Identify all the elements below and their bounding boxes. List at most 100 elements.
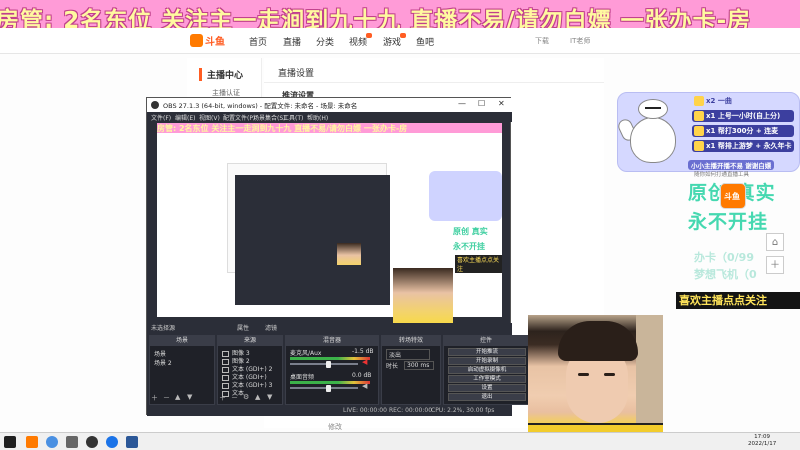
- mute-icon[interactable]: ◀: [362, 358, 367, 366]
- browser-taskbar-icon[interactable]: [46, 436, 58, 448]
- nav-video[interactable]: 视频: [349, 35, 367, 48]
- app-taskbar-icon[interactable]: [66, 436, 78, 448]
- preview-green-1: 原创 真实: [453, 227, 488, 236]
- logo-text: 斗鱼: [205, 37, 225, 48]
- down-icon[interactable]: ▼: [187, 393, 192, 401]
- filters-button[interactable]: 滤镜: [265, 323, 277, 333]
- gift-icon: [694, 141, 704, 151]
- follow-banner: 喜欢主播点点关注: [676, 292, 800, 309]
- up-icon[interactable]: ▲: [175, 393, 180, 401]
- volume-meter: [290, 381, 370, 384]
- site-header: 斗鱼 首页 直播 分类 视频 游戏 鱼吧 下载 IT老师: [0, 28, 800, 54]
- nav-games[interactable]: 游戏: [383, 35, 401, 48]
- preview-nested-webcam: [337, 243, 361, 265]
- preview-follow-tag: 喜欢主播点点关注: [455, 255, 502, 273]
- overlay-faded-line-2: 梦想飞机（0: [694, 268, 757, 281]
- nav-home[interactable]: 首页: [249, 35, 267, 48]
- scene-item[interactable]: 场景 2: [154, 358, 172, 367]
- nav-yuba[interactable]: 鱼吧: [416, 35, 434, 48]
- menu-profile[interactable]: 配置文件(P): [223, 113, 255, 122]
- up-icon[interactable]: ▲: [255, 393, 260, 401]
- reward-sticker: x2 一曲 x1 上号一小时(自上分) x1 帮打300分 + 连麦 x1 帮排…: [616, 92, 800, 172]
- obs-title-bar[interactable]: OBS 27.1.3 (64-bit, windows) - 配置文件: 未命名…: [147, 98, 512, 112]
- reward-item: x1 帮排上游梦 + 永久年卡: [692, 140, 794, 152]
- menu-tools[interactable]: 工具(T): [283, 113, 303, 122]
- divider: [264, 82, 604, 83]
- douyu-app-tile[interactable]: 斗鱼: [720, 183, 746, 209]
- plus-icon[interactable]: ＋: [766, 256, 784, 274]
- windows-taskbar: 17:09 2022/1/17: [0, 432, 800, 450]
- start-streaming-button[interactable]: 开始推流: [448, 348, 526, 356]
- volume-meter: [290, 357, 370, 360]
- system-clock[interactable]: 17:09 2022/1/17: [748, 434, 776, 448]
- obs-preview[interactable]: 房管: 2名东位 关注主一走涧到九十九 直播不易/请勿白嫖 一张办卡-房 原创 …: [157, 123, 502, 323]
- preview-webcam: [393, 268, 453, 323]
- no-source-selected: 未选择源: [151, 325, 176, 332]
- volume-slider[interactable]: [290, 363, 358, 365]
- douyu-logo[interactable]: 斗鱼: [190, 32, 228, 50]
- remove-icon[interactable]: －: [231, 393, 238, 403]
- add-icon[interactable]: ＋: [219, 393, 226, 403]
- douyu-taskbar-icon[interactable]: [26, 436, 38, 448]
- maximize-button[interactable]: ☐: [478, 99, 485, 108]
- app-taskbar-icon[interactable]: [126, 436, 138, 448]
- preview-sticker: [429, 171, 502, 221]
- home-icon[interactable]: ⌂: [766, 233, 784, 251]
- transition-select[interactable]: 淡出: [386, 349, 430, 360]
- scenes-dock: 场景 场景 场景 2: [149, 335, 215, 405]
- menu-help[interactable]: 帮助(H): [307, 113, 328, 122]
- add-icon[interactable]: ＋: [151, 393, 158, 403]
- volume-slider[interactable]: [290, 387, 358, 389]
- menu-view[interactable]: 视图(V): [199, 113, 220, 122]
- speaker-icon[interactable]: ◀: [362, 382, 367, 390]
- app-tile-label: 斗鱼: [724, 192, 740, 201]
- duration-label: 时长: [386, 363, 399, 370]
- studio-mode-button[interactable]: 工作室模式: [448, 375, 526, 383]
- sources-dock: 来源 图像 3 图像 2 文本 (GDI+) 2 文本 (GDI+) 文本 (G…: [217, 335, 283, 405]
- windows-start-icon[interactable]: [4, 436, 16, 448]
- duration-input[interactable]: 300 ms: [404, 361, 434, 370]
- nav-category[interactable]: 分类: [316, 35, 334, 48]
- nav-live[interactable]: 直播: [283, 35, 301, 48]
- gear-icon[interactable]: ⚙: [243, 393, 249, 401]
- minimize-button[interactable]: —: [458, 99, 466, 108]
- start-recording-button[interactable]: 开始录制: [448, 357, 526, 365]
- overlay-faded-line-1: 办卡（0/99: [694, 251, 754, 264]
- transitions-dock-title: 转场特效: [382, 336, 440, 346]
- menu-file[interactable]: 文件(F): [151, 113, 171, 122]
- obs-taskbar-icon[interactable]: [86, 436, 98, 448]
- sources-dock-title: 来源: [218, 336, 282, 346]
- menu-edit[interactable]: 编辑(E): [175, 113, 195, 122]
- controls-dock: 控件 开始推流 开始录制 启动虚拟摄像机 工作室模式 设置 退出: [443, 335, 529, 405]
- mixer-channel-level: 0.0 dB: [352, 372, 372, 379]
- edit-button[interactable]: 修改: [328, 422, 342, 432]
- gift-icon: [694, 111, 704, 121]
- mixer-channel-name: 桌面音频: [290, 374, 315, 381]
- controls-dock-title: 控件: [444, 336, 528, 346]
- fish-logo-icon: [190, 34, 203, 47]
- down-icon[interactable]: ▼: [267, 393, 272, 401]
- preview-nested-obs: [235, 175, 390, 305]
- remove-icon[interactable]: －: [163, 393, 170, 403]
- edge-taskbar-icon[interactable]: [106, 436, 118, 448]
- volume-slider-knob[interactable]: [326, 385, 331, 392]
- exit-button[interactable]: 退出: [448, 393, 526, 401]
- download-link[interactable]: 下载: [535, 36, 549, 46]
- close-button[interactable]: ✕: [498, 99, 505, 108]
- volume-slider-knob[interactable]: [326, 361, 331, 368]
- obs-window: OBS 27.1.3 (64-bit, windows) - 配置文件: 未命名…: [146, 97, 529, 416]
- preview-page: 原创 真实 永不开挂 喜欢主播点点关注: [157, 133, 502, 323]
- user-menu[interactable]: IT老师: [570, 36, 590, 46]
- scene-item[interactable]: 场景: [154, 349, 166, 358]
- start-virtual-camera-button[interactable]: 启动虚拟摄像机: [448, 366, 526, 374]
- menu-scene-collection[interactable]: 场景集合(S): [253, 113, 286, 122]
- audio-mixer-dock: 混音器 麦克风/Aux -1.5 dB ◀ 桌面音频 0.0 dB ◀: [285, 335, 379, 405]
- page-title: 直播设置: [278, 69, 315, 79]
- scrolling-marquee: 房管: 2名东位 关注主一走涧到九十九 直播不易/请勿白嫖 一张办卡-房: [0, 0, 800, 28]
- obs-app-icon: [151, 101, 159, 109]
- obs-docks: 未选择源 属性 滤镜 场景 场景 场景 2 来源 图像 3 图像 2 文本 (G…: [147, 323, 529, 415]
- clock-time: 17:09: [754, 434, 771, 440]
- settings-button[interactable]: 设置: [448, 384, 526, 392]
- properties-button[interactable]: 属性: [237, 323, 249, 333]
- obs-window-title: OBS 27.1.3 (64-bit, windows) - 配置文件: 未命名…: [163, 102, 358, 110]
